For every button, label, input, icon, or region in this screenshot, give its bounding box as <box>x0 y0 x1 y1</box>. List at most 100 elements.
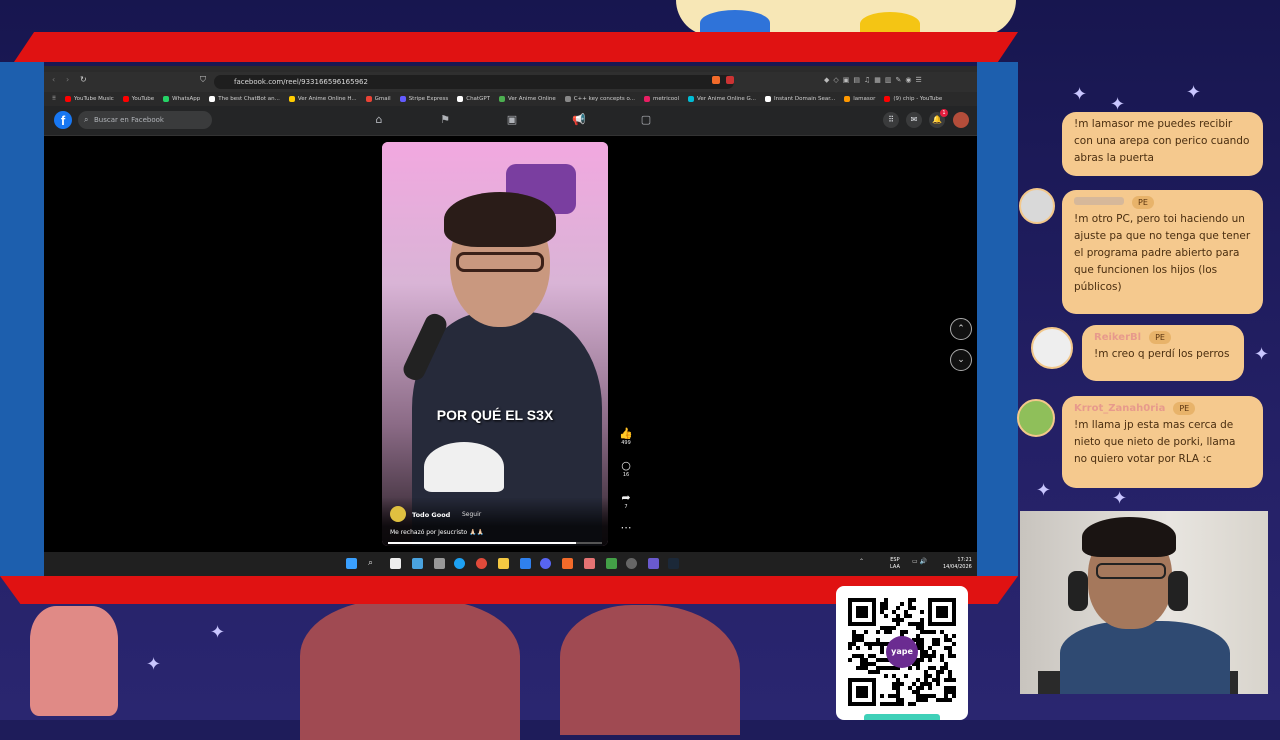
bookmark-item[interactable]: YouTube <box>122 96 155 102</box>
back-icon[interactable]: ‹ <box>52 75 55 84</box>
author-avatar[interactable] <box>390 506 406 522</box>
app-purple-icon[interactable] <box>648 558 659 569</box>
steam-icon[interactable] <box>668 558 679 569</box>
bookmark-item[interactable]: Instant Domain Sear... <box>765 96 835 102</box>
search-icon[interactable]: ⌕ <box>368 558 379 569</box>
pages-flag-icon[interactable]: ⚑ <box>438 113 452 127</box>
ellipsis-icon: ⋯ <box>620 521 632 534</box>
bookmark-item[interactable]: C++ key concepts o... <box>564 96 636 102</box>
windows-taskbar: ⌕ ⌃ ESP LAA ▭ 🔊 17:21 14/04/2026 <box>44 552 977 576</box>
more-options-button[interactable]: ⋯ <box>616 522 636 534</box>
facebook-search-input[interactable]: Buscar en Facebook <box>78 111 212 129</box>
bookmark-item[interactable]: WhatsApp <box>163 96 200 102</box>
comment-icon: ○ <box>621 459 631 472</box>
chat-avatar <box>1031 327 1073 369</box>
task-view-icon[interactable] <box>434 558 445 569</box>
bookmark-item[interactable]: Ver Anime Online G... <box>688 96 756 102</box>
file-icon[interactable] <box>390 558 401 569</box>
chat-avatar <box>1019 188 1055 224</box>
messenger-icon[interactable]: ✉ <box>906 112 922 128</box>
frame-top-bar <box>14 32 1018 62</box>
bookmark-favicon-icon <box>688 96 695 102</box>
bookmark-favicon-icon <box>65 96 72 102</box>
bookmark-item[interactable]: Ver Anime Online H... <box>288 96 357 102</box>
chat-message-text: !m llama jp esta mas cerca de nieto que … <box>1074 419 1236 465</box>
person-glasses <box>456 252 544 272</box>
profile-avatar[interactable] <box>953 112 969 128</box>
discord-icon[interactable] <box>540 558 551 569</box>
language-indicator[interactable]: ESP LAA <box>890 557 900 571</box>
bookmark-item[interactable]: ChatGPT <box>457 96 490 102</box>
sparkle-icon: ✦ <box>1112 488 1128 509</box>
brave-rewards-icon[interactable] <box>726 76 734 84</box>
app-green-icon[interactable] <box>606 558 617 569</box>
bookmark-item[interactable]: Stripe Express <box>399 96 448 102</box>
bookmark-item[interactable]: Gmail <box>365 96 391 102</box>
bookmark-favicon-icon <box>457 96 464 102</box>
chat-message-text: !m creo q perdí los perros <box>1094 348 1230 360</box>
bookmark-favicon-icon <box>499 96 506 102</box>
bookmark-item[interactable]: (9) chip - YouTube <box>884 96 942 102</box>
file-explorer-icon[interactable] <box>498 558 509 569</box>
bookmark-label: C++ key concepts o... <box>573 96 636 102</box>
network-volume-icons[interactable]: ▭ 🔊 <box>912 558 927 565</box>
bookmark-icon[interactable]: ⛉ <box>200 75 206 85</box>
chat-message: Krrot_Zanah0ria PE !m llama jp esta mas c… <box>1062 396 1263 488</box>
reel-video[interactable]: POR QUÉ EL S3X Todo Good Seguir Me recha… <box>382 142 608 546</box>
sparkle-icon: ✦ <box>210 622 226 643</box>
bookmark-favicon-icon <box>122 96 129 102</box>
start-windows-icon[interactable] <box>346 558 357 569</box>
gaming-icon[interactable]: ▢ <box>639 113 653 127</box>
reload-icon[interactable]: ↻ <box>80 75 87 84</box>
widgets-icon[interactable] <box>412 558 423 569</box>
taskbar-clock[interactable]: 17:21 14/04/2026 <box>943 557 972 571</box>
app-icon[interactable] <box>584 558 595 569</box>
previous-reel-button[interactable]: ⌃ <box>950 318 972 340</box>
bookmark-label: Gmail <box>374 96 391 102</box>
chat-username: ReikerBl <box>1094 332 1142 343</box>
yape-accent-bar <box>864 714 940 720</box>
home-icon[interactable]: ⌂ <box>372 113 386 127</box>
bookmark-item[interactable]: YouTube Music <box>65 96 114 102</box>
app-red-icon[interactable] <box>476 558 487 569</box>
tray-chevron-icon[interactable]: ⌃ <box>859 558 864 565</box>
next-reel-button[interactable]: ⌄ <box>950 349 972 371</box>
bookmark-label: Ver Anime Online <box>508 96 556 102</box>
like-icon: 👍 <box>619 427 633 440</box>
apps-icon[interactable]: ⠿ <box>52 96 56 102</box>
chat-badge: PE <box>1132 196 1154 209</box>
vscode-icon[interactable] <box>520 558 531 569</box>
bookmark-favicon-icon <box>564 96 571 102</box>
notification-badge: 1 <box>940 109 948 117</box>
bookmark-item[interactable]: Ver Anime Online <box>499 96 556 102</box>
chat-avatar <box>1017 399 1055 437</box>
language-layout: LAA <box>890 564 900 570</box>
extensions-icons[interactable]: ◆◇▣▤♫▦▥✎◉☰ <box>824 76 926 84</box>
comment-button[interactable]: ○ 16 <box>616 460 636 479</box>
bookmark-label: YouTube <box>131 96 155 102</box>
sparkle-icon: ✦ <box>1072 84 1088 105</box>
chat-badge: PE <box>1173 402 1196 415</box>
like-button[interactable]: 👍 499 <box>616 428 636 447</box>
watch-video-icon[interactable]: ▣ <box>505 113 519 127</box>
bookmark-item[interactable]: lamasor <box>844 96 875 102</box>
ads-megaphone-icon[interactable]: 📢 <box>572 113 586 127</box>
brave-icon[interactable] <box>562 558 573 569</box>
bookmark-item[interactable]: metricool <box>644 96 679 102</box>
share-button[interactable]: ➦ 7 <box>616 492 636 511</box>
address-bar[interactable]: facebook.com/reel/933166596165962 <box>214 75 734 89</box>
wifi-logo <box>424 442 504 492</box>
person-hair <box>444 192 556 247</box>
author-name[interactable]: Todo Good <box>412 511 450 519</box>
facebook-logo[interactable]: f <box>54 111 72 129</box>
obs-icon[interactable] <box>626 558 637 569</box>
menu-grid-icon[interactable]: ⠿ <box>883 112 899 128</box>
edge-icon[interactable] <box>454 558 465 569</box>
like-count: 499 <box>621 440 631 446</box>
forward-icon[interactable]: › <box>66 75 69 84</box>
brave-shield-icon[interactable] <box>712 76 720 84</box>
bookmark-item[interactable]: The best ChatBot an... <box>209 96 280 102</box>
follow-button[interactable]: Seguir <box>462 511 481 518</box>
webcam-feed <box>1020 511 1268 694</box>
video-progress-bar[interactable] <box>388 542 602 544</box>
